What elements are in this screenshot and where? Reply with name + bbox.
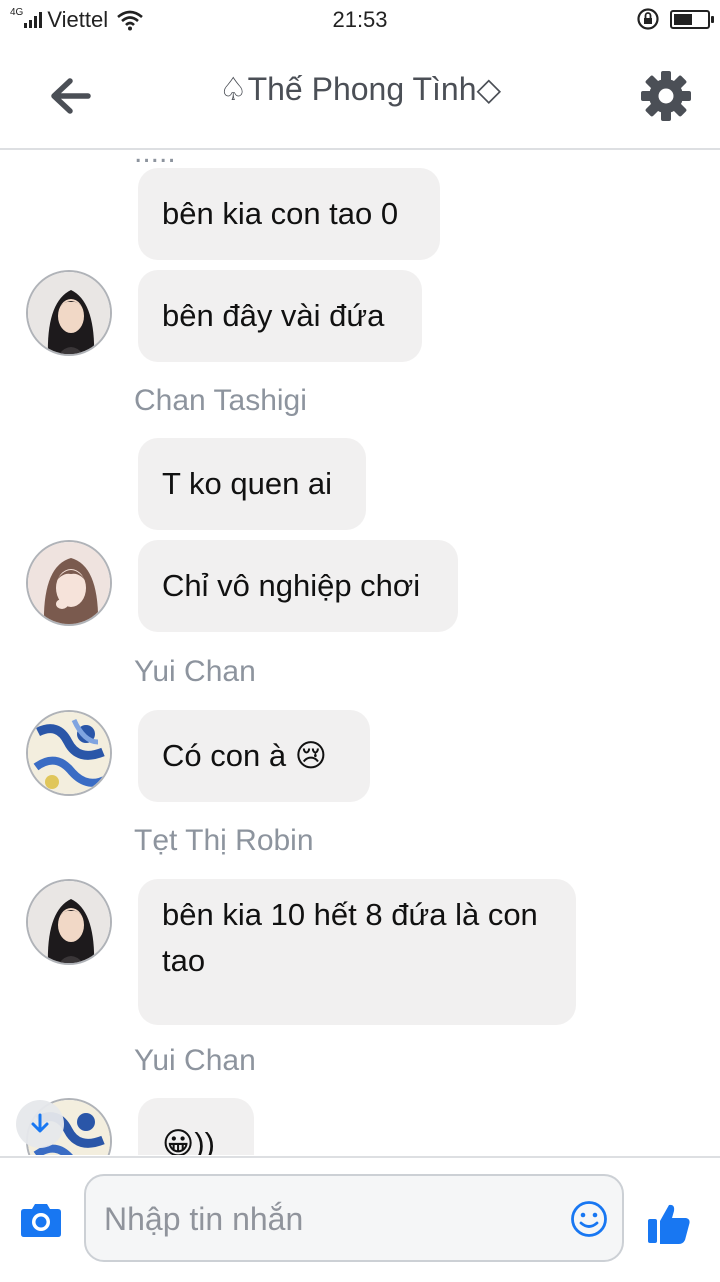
- cut-off-sender-name: .....: [134, 150, 176, 169]
- sender-name: Yui Chan: [134, 655, 256, 688]
- battery-level: [674, 13, 692, 25]
- battery-icon: [670, 9, 714, 29]
- camera-icon[interactable]: [20, 1200, 62, 1238]
- smiley-icon[interactable]: [570, 1200, 608, 1238]
- scroll-to-bottom-button[interactable]: [16, 1100, 64, 1148]
- chat-header: ♤Thế Phong Tình◇: [0, 40, 720, 150]
- avatar-image: [28, 272, 110, 354]
- avatar[interactable]: [26, 710, 112, 796]
- sender-name: Yui Chan: [134, 1044, 256, 1077]
- gear-icon[interactable]: [640, 70, 692, 122]
- clock: 21:53: [332, 7, 388, 32]
- status-bar: 4G Viettel 21:53: [0, 0, 720, 40]
- message-bubble[interactable]: 😀)): [138, 1098, 254, 1155]
- avatar-image: [28, 542, 110, 624]
- status-right: [636, 7, 714, 31]
- arrow-down-icon: [31, 1113, 49, 1133]
- avatar-image: [28, 712, 110, 794]
- message-bubble[interactable]: bên đây vài đứa: [138, 270, 422, 362]
- sender-name: Chan Tashigi: [134, 384, 307, 417]
- message-input-box[interactable]: [84, 1174, 624, 1262]
- avatar[interactable]: [26, 270, 112, 356]
- arrow-left-icon[interactable]: [48, 76, 92, 116]
- message-bubble[interactable]: bên kia 10 hết 8 đứa là con tao: [138, 879, 576, 1025]
- message-list[interactable]: ..... bên kia con tao 0 bên đây vài đứa …: [0, 150, 720, 1155]
- message-bubble[interactable]: Chỉ vô nghiệp chơi: [138, 540, 458, 632]
- thumbs-up-icon[interactable]: [646, 1200, 692, 1246]
- message-bubble[interactable]: T ko quen ai: [138, 438, 366, 530]
- conversation-title[interactable]: ♤Thế Phong Tình◇: [130, 70, 590, 108]
- avatar[interactable]: [26, 879, 112, 965]
- avatar[interactable]: [26, 540, 112, 626]
- rotation-lock-icon: [637, 8, 659, 30]
- message-input[interactable]: [102, 1194, 566, 1244]
- avatar-image: [28, 881, 110, 963]
- sender-name: Tẹt Thị Robin: [134, 824, 314, 857]
- message-composer: [0, 1156, 720, 1282]
- message-bubble[interactable]: Có con à 😢: [138, 710, 370, 802]
- message-bubble[interactable]: bên kia con tao 0: [138, 168, 440, 260]
